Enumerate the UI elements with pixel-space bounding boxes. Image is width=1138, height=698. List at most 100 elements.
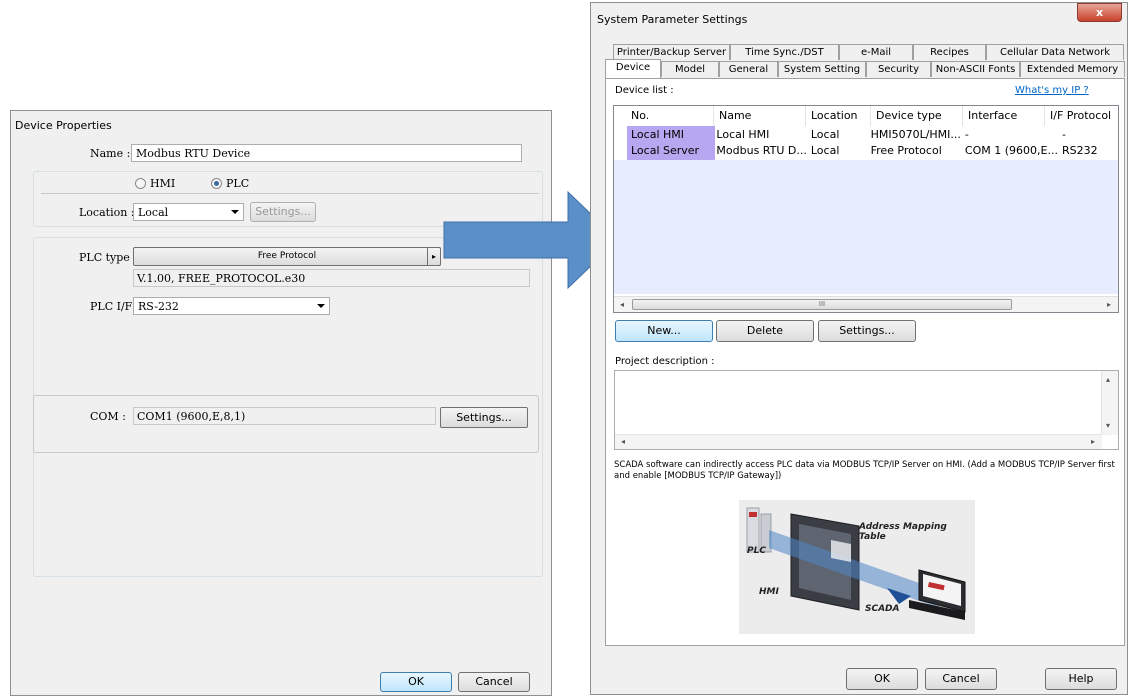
title-bar[interactable]: System Parameter Settings: [591, 3, 1127, 29]
com-value: COM1 (9600,E,8,1): [137, 410, 246, 423]
tab-label: Device: [615, 62, 651, 73]
scroll-down-icon[interactable]: ▾: [1106, 421, 1110, 430]
plc-radio-label: PLC: [226, 177, 250, 190]
name-field[interactable]: Modbus RTU Device: [131, 144, 522, 162]
title-bar[interactable]: Device Properties: [11, 111, 551, 137]
cancel-button[interactable]: Cancel: [925, 668, 997, 690]
dialog-title: Device Properties: [15, 119, 112, 132]
hmi-radio[interactable]: [135, 178, 146, 189]
close-button[interactable]: x: [1077, 3, 1122, 22]
vertical-scrollbar[interactable]: ▴ ▾: [1101, 371, 1118, 435]
plc-type-expand-button[interactable]: ▸: [427, 247, 441, 266]
table-cell: Free Protocol: [870, 143, 942, 157]
tab-label: Cellular Data Network: [999, 47, 1111, 58]
tab-device[interactable]: Device: [605, 59, 661, 79]
cancel-label: Cancel: [942, 672, 980, 685]
tab-non-ascii-fonts[interactable]: Non-ASCII Fonts: [931, 61, 1020, 77]
table-cell: COM 1 (9600,E...: [964, 143, 1058, 157]
plc-version-text: V.1.00, FREE_PROTOCOL.e30: [137, 272, 306, 285]
column-header-no[interactable]: No.: [614, 106, 714, 126]
horizontal-scrollbar[interactable]: ◂ ▸: [615, 434, 1102, 449]
device-list-selection: [614, 160, 1118, 294]
help-button[interactable]: Help: [1045, 668, 1117, 690]
horizontal-scrollbar[interactable]: ◂ III ▸: [614, 296, 1118, 312]
whats-my-ip-link[interactable]: What's my IP ?: [1015, 85, 1089, 96]
tab-system-setting[interactable]: System Setting: [778, 61, 866, 77]
device-table: Local HMI Local HMI Local HMI5070L/HMI..…: [627, 126, 1118, 158]
scroll-right-icon[interactable]: ▸: [1107, 300, 1111, 309]
tab-label: Printer/Backup Server: [616, 47, 727, 58]
table-row[interactable]: Local Server Modbus RTU D... Local Free …: [627, 142, 1118, 158]
column-header-interface[interactable]: Interface: [963, 106, 1045, 126]
tab-label: Recipes: [930, 47, 969, 58]
tab-time-sync-dst[interactable]: Time Sync./DST: [730, 44, 839, 60]
scada-label: SCADA: [865, 604, 900, 614]
plc-if-value: RS-232: [138, 300, 179, 313]
tab-general[interactable]: General: [719, 61, 778, 77]
chevron-down-icon: [231, 210, 239, 214]
settings-label: Settings...: [839, 324, 895, 337]
table-cell: Local: [810, 127, 840, 141]
ok-label: OK: [874, 672, 890, 685]
tab-label: General: [728, 64, 769, 75]
table-cell: HMI5070L/HMI...: [870, 127, 961, 141]
scroll-right-icon[interactable]: ▸: [1091, 437, 1095, 446]
scroll-left-icon[interactable]: ◂: [621, 437, 625, 446]
scroll-up-icon[interactable]: ▴: [1106, 375, 1110, 384]
cancel-label: Cancel: [475, 675, 513, 688]
ok-button[interactable]: OK: [380, 672, 452, 692]
plc-type-value: Free Protocol: [257, 251, 317, 261]
location-settings-button[interactable]: Settings...: [250, 202, 316, 222]
device-list[interactable]: No. Name Location Device type Interface …: [613, 105, 1119, 313]
delete-device-button[interactable]: Delete: [716, 320, 814, 342]
scrollbar-thumb[interactable]: III: [632, 299, 1012, 310]
table-cell: Modbus RTU D...: [716, 143, 807, 157]
new-device-button[interactable]: New...: [615, 320, 713, 342]
table-row[interactable]: Local HMI Local HMI Local HMI5070L/HMI..…: [627, 126, 1118, 142]
scada-note: SCADA software can indirectly access PLC…: [614, 460, 1115, 481]
tab-extended-memory[interactable]: Extended Memory: [1020, 61, 1125, 77]
column-header-location[interactable]: Location: [806, 106, 871, 126]
tab-recipes[interactable]: Recipes: [913, 44, 986, 60]
ok-label: OK: [408, 675, 424, 688]
dialog-title: System Parameter Settings: [597, 13, 748, 26]
column-header-name[interactable]: Name: [714, 106, 806, 126]
name-value: Modbus RTU Device: [136, 147, 251, 160]
table-cell: Local HMI: [631, 127, 685, 141]
tab-printer-backup-server[interactable]: Printer/Backup Server: [613, 44, 730, 60]
tab-cellular-data-network[interactable]: Cellular Data Network: [986, 44, 1124, 60]
device-settings-button[interactable]: Settings...: [818, 320, 916, 342]
com-label: COM :: [90, 410, 126, 423]
name-label: Name :: [90, 147, 131, 160]
ok-button[interactable]: OK: [846, 668, 918, 690]
hmi-label: HMI: [759, 587, 779, 597]
new-label: New...: [647, 324, 681, 337]
tab-model[interactable]: Model: [661, 61, 719, 77]
device-list-label: Device list :: [615, 85, 674, 96]
location-select[interactable]: Local: [133, 203, 244, 221]
scroll-left-icon[interactable]: ◂: [620, 300, 624, 309]
tab-label: Model: [674, 64, 706, 75]
plc-type-label: PLC type :: [79, 251, 138, 264]
close-icon: x: [1095, 6, 1104, 19]
cancel-button[interactable]: Cancel: [458, 672, 530, 692]
com-settings-button[interactable]: Settings...: [440, 407, 528, 428]
column-header-device-type[interactable]: Device type: [871, 106, 963, 126]
plc-radio[interactable]: [211, 178, 222, 189]
column-header-if-protocol[interactable]: I/F Protocol: [1045, 106, 1118, 126]
tab-label: Security: [877, 64, 920, 75]
tab-label: Time Sync./DST: [745, 47, 824, 58]
tab-security[interactable]: Security: [866, 61, 931, 77]
tab-label: Non-ASCII Fonts: [935, 64, 1016, 75]
project-description-label: Project description :: [615, 356, 715, 367]
plc-if-select[interactable]: RS-232: [133, 297, 330, 315]
table-cell: RS232: [1061, 143, 1098, 157]
table-cell: Local HMI: [716, 127, 770, 141]
project-description-field[interactable]: ▴ ▾ ◂ ▸: [614, 370, 1119, 450]
tab-label: Extended Memory: [1026, 64, 1119, 75]
scrollbar-grip: III: [818, 300, 826, 308]
tab-email[interactable]: e-Mail: [839, 44, 913, 60]
com-settings-label: Settings...: [456, 411, 512, 424]
plc-type-button[interactable]: Free Protocol: [133, 247, 441, 266]
chevron-down-icon: [317, 304, 325, 308]
